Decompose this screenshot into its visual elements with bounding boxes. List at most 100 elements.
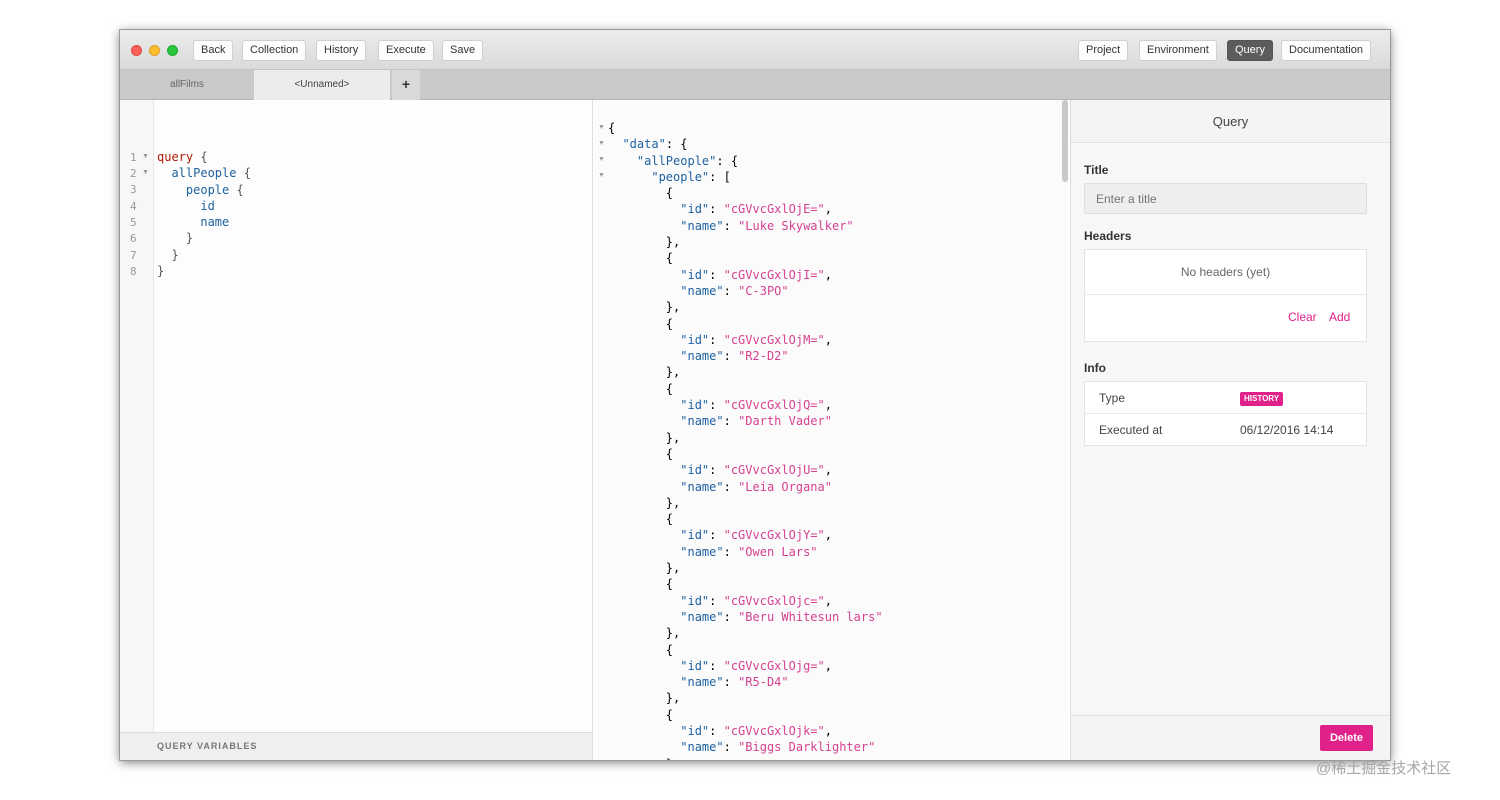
json-key: "name" bbox=[680, 283, 724, 298]
add-header-link[interactable]: Add bbox=[1329, 310, 1350, 324]
query-button[interactable]: Query bbox=[1227, 40, 1273, 61]
json-key: "data" bbox=[622, 137, 666, 152]
query-keyword: query bbox=[157, 150, 194, 164]
result-person-object: { "id": "cGVvcGxlOjI=", "name": "C-3PO" … bbox=[665, 251, 832, 315]
person-id-value: "cGVvcGxlOjY=" bbox=[723, 528, 825, 543]
execute-button[interactable]: Execute bbox=[378, 40, 434, 61]
tab-allfilms[interactable]: allFilms bbox=[120, 70, 254, 100]
tab-bar: allFilms <Unnamed> + bbox=[120, 70, 1390, 100]
code-brace: { bbox=[200, 150, 208, 164]
fold-arrow-icon[interactable]: ▼ bbox=[598, 156, 605, 163]
headers-box: No headers (yet) Clear Add bbox=[1084, 249, 1367, 342]
json-key: "id" bbox=[680, 723, 710, 738]
back-button[interactable]: Back bbox=[193, 40, 234, 61]
result-person-object: { "id": "cGVvcGxlOjU=", "name": "Leia Or… bbox=[665, 446, 832, 510]
info-label: Info bbox=[1084, 361, 1106, 375]
query-editor[interactable]: 1 2 3 4 5 6 7 8 ▼ ▼ query { allPeople { … bbox=[120, 100, 593, 760]
fold-arrow-icon[interactable]: ▼ bbox=[142, 169, 149, 176]
person-id-value: "cGVvcGxlOjk=" bbox=[723, 723, 825, 738]
maximize-window-button[interactable] bbox=[167, 45, 178, 56]
json-key: "id" bbox=[680, 593, 710, 608]
json-key: "name" bbox=[680, 349, 724, 364]
add-tab-button[interactable]: + bbox=[392, 70, 420, 100]
person-id-value: "cGVvcGxlOjQ=" bbox=[723, 398, 825, 413]
headers-label: Headers bbox=[1084, 229, 1132, 243]
json-key: "name" bbox=[680, 544, 724, 559]
history-button[interactable]: History bbox=[316, 40, 367, 61]
json-key: "id" bbox=[680, 528, 710, 543]
watermark-text: @稀土掘金技术社区 bbox=[1316, 760, 1452, 777]
code-brace: } bbox=[185, 231, 194, 246]
person-name-value: "Luke Skywalker" bbox=[738, 218, 854, 233]
query-info-panel: Query Title Headers No headers (yet) Cle… bbox=[1070, 100, 1390, 760]
documentation-button[interactable]: Documentation bbox=[1281, 40, 1371, 61]
fold-arrow-icon[interactable]: ▼ bbox=[598, 172, 605, 179]
tab-unnamed[interactable]: <Unnamed> bbox=[254, 70, 390, 100]
collection-button[interactable]: Collection bbox=[242, 40, 307, 61]
person-name-value: "Biggs Darklighter" bbox=[738, 740, 876, 755]
no-headers-text: No headers (yet) bbox=[1085, 250, 1366, 295]
app-window: Back Collection History Execute Save Pro… bbox=[120, 30, 1390, 760]
line-number: 7 bbox=[130, 249, 137, 262]
fold-arrow-icon[interactable]: ▼ bbox=[142, 153, 149, 160]
person-id-value: "cGVvcGxlOjI=" bbox=[723, 267, 825, 282]
json-key: "id" bbox=[680, 332, 710, 347]
result-code: { "data": { "allPeople": { "people": [ {… bbox=[608, 120, 883, 760]
history-badge: HISTORY bbox=[1240, 392, 1284, 406]
info-box: Type HISTORY Executed at 06/12/2016 14:1… bbox=[1084, 381, 1367, 446]
title-input[interactable] bbox=[1084, 183, 1367, 214]
code-field: name bbox=[200, 215, 230, 230]
query-variables-bar[interactable]: QUERY VARIABLES bbox=[120, 732, 592, 760]
fold-arrow-icon[interactable]: ▼ bbox=[598, 124, 605, 131]
person-id-value: "cGVvcGxlOjU=" bbox=[723, 463, 825, 478]
panel-title: Query bbox=[1071, 100, 1390, 143]
result-person-object: { "id": "cGVvcGxlOjY=", "name": "Owen La… bbox=[665, 512, 832, 576]
result-person-object: { "id": "cGVvcGxlOjg=", "name": "R5-D4" … bbox=[665, 642, 832, 706]
environment-button[interactable]: Environment bbox=[1139, 40, 1217, 61]
save-button[interactable]: Save bbox=[442, 40, 484, 61]
query-variables-label: QUERY VARIABLES bbox=[157, 741, 258, 751]
json-key: "name" bbox=[680, 675, 724, 690]
line-number-gutter bbox=[120, 100, 154, 732]
code-brace: { bbox=[243, 166, 251, 181]
result-scrollbar[interactable] bbox=[1062, 100, 1068, 182]
person-id-value: "cGVvcGxlOjc=" bbox=[723, 593, 825, 608]
person-name-value: "C-3PO" bbox=[738, 283, 789, 298]
result-person-object: { "id": "cGVvcGxlOjk=", "name": "Biggs D… bbox=[665, 707, 876, 760]
code-field: people bbox=[185, 182, 230, 197]
json-key: "name" bbox=[680, 609, 724, 624]
json-key: "name" bbox=[680, 740, 724, 755]
result-person-object: { "id": "cGVvcGxlOjE=", "name": "Luke Sk… bbox=[665, 186, 854, 250]
person-name-value: "Owen Lars" bbox=[738, 544, 818, 559]
panel-footer: Delete bbox=[1071, 715, 1390, 760]
json-key: "id" bbox=[680, 463, 710, 478]
query-code[interactable]: query { allPeople { people { id name } }… bbox=[157, 149, 251, 279]
line-number: 3 bbox=[130, 183, 137, 196]
json-key: "id" bbox=[680, 267, 710, 282]
code-brace: { bbox=[236, 182, 244, 197]
type-key: Type bbox=[1099, 391, 1126, 405]
json-key: "id" bbox=[680, 202, 710, 217]
person-id-value: "cGVvcGxlOjg=" bbox=[723, 658, 825, 673]
minimize-window-button[interactable] bbox=[149, 45, 160, 56]
person-name-value: "R2-D2" bbox=[738, 349, 789, 364]
executed-at-value: 06/12/2016 14:14 bbox=[1240, 423, 1334, 437]
delete-button[interactable]: Delete bbox=[1320, 725, 1373, 751]
close-window-button[interactable] bbox=[131, 45, 142, 56]
fold-arrow-icon[interactable]: ▼ bbox=[598, 140, 605, 147]
clear-headers-link[interactable]: Clear bbox=[1288, 310, 1317, 324]
json-key: "id" bbox=[680, 658, 710, 673]
json-key: "name" bbox=[680, 479, 724, 494]
json-key: "name" bbox=[680, 218, 724, 233]
project-button[interactable]: Project bbox=[1078, 40, 1129, 61]
json-key: "people" bbox=[651, 169, 710, 184]
person-name-value: "R5-D4" bbox=[738, 675, 789, 690]
person-id-value: "cGVvcGxlOjM=" bbox=[723, 332, 825, 347]
person-name-value: "Leia Organa" bbox=[738, 479, 832, 494]
code-brace: } bbox=[171, 247, 179, 262]
line-number: 2 bbox=[130, 167, 137, 180]
result-viewer: ▼ ▼ ▼ ▼ { "data": { "allPeople": { "peop… bbox=[594, 100, 1068, 760]
code-brace: } bbox=[157, 264, 165, 279]
json-key: "name" bbox=[680, 414, 724, 429]
code-field: id bbox=[200, 198, 215, 213]
